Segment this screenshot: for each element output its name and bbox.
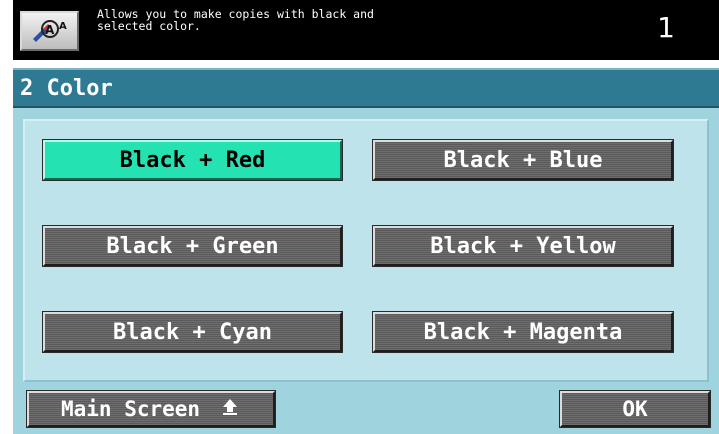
ok-button[interactable]: OK (559, 390, 711, 428)
option-black-green-button[interactable]: Black + Green (42, 225, 343, 267)
main-screen-button[interactable]: Main Screen (26, 390, 276, 428)
option-black-red-button[interactable]: Black + Red (42, 139, 343, 181)
option-black-blue-button[interactable]: Black + Blue (372, 139, 674, 181)
option-black-cyan-button[interactable]: Black + Cyan (42, 311, 343, 353)
svg-text:A: A (59, 21, 67, 32)
page-title: 2 Color (20, 76, 113, 101)
main-screen-label: Main Screen (61, 397, 201, 421)
option-black-yellow-button[interactable]: Black + Yellow (372, 225, 674, 267)
message-text: Allows you to make copies with black and… (97, 7, 374, 33)
help-button[interactable]: A A (20, 11, 79, 51)
svg-text:A: A (45, 23, 55, 37)
copy-count: 1 (657, 11, 675, 44)
option-black-magenta-button[interactable]: Black + Magenta (372, 311, 674, 353)
return-arrow-icon (222, 397, 238, 421)
copy-help-icon: A A (32, 20, 67, 42)
message-bar: A A Allows you to make copies with black… (13, 0, 719, 60)
title-bar: 2 Color (13, 68, 719, 108)
